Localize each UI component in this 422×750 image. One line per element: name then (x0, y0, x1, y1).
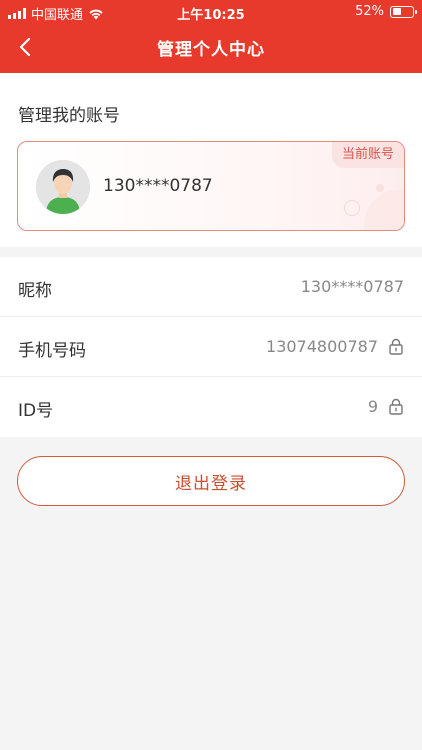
lock-icon (389, 398, 403, 415)
status-right: 52% (355, 4, 417, 19)
card-decoration (364, 190, 404, 230)
page-title: 管理个人中心 (157, 40, 265, 60)
nickname-value: 130****0787 (300, 277, 404, 296)
avatar (36, 160, 90, 214)
row-label: 手机号码 (18, 341, 86, 361)
account-panel: 管理我的账号 当前账号 130****0787 (0, 73, 422, 247)
current-account-badge: 当前账号 (331, 142, 404, 168)
phone-row: 手机号码 13074800787 (0, 317, 422, 377)
id-value: 9 (367, 397, 378, 416)
battery-percent: 52% (355, 4, 384, 19)
lock-icon (389, 338, 403, 355)
section-title: 管理我的账号 (18, 106, 120, 126)
profile-info-list: 昵称 130****0787 手机号码 13074800787 ID号 9 (0, 257, 422, 437)
row-value: 13074800787 (266, 337, 404, 356)
card-decoration-ring (344, 200, 360, 216)
id-row: ID号 9 (0, 377, 422, 437)
account-name: 130****0787 (103, 176, 213, 196)
avatar-person-icon (36, 160, 90, 214)
battery-icon (390, 5, 417, 18)
phone-value: 13074800787 (266, 337, 378, 356)
nav-bar: 管理个人中心 (0, 24, 422, 70)
status-bar: 中国联通 上午10:25 52% (0, 0, 422, 24)
logout-button[interactable]: 退出登录 (17, 456, 405, 506)
row-label: ID号 (18, 401, 54, 421)
row-label: 昵称 (18, 281, 52, 301)
app-header: 中国联通 上午10:25 52% 管理个人中心 (0, 0, 422, 73)
nickname-row[interactable]: 昵称 130****0787 (0, 257, 422, 317)
row-value: 9 (368, 397, 404, 416)
current-account-card[interactable]: 当前账号 130****0787 (17, 141, 405, 231)
row-value: 130****0787 (301, 277, 404, 296)
card-decoration-dot (376, 184, 384, 192)
